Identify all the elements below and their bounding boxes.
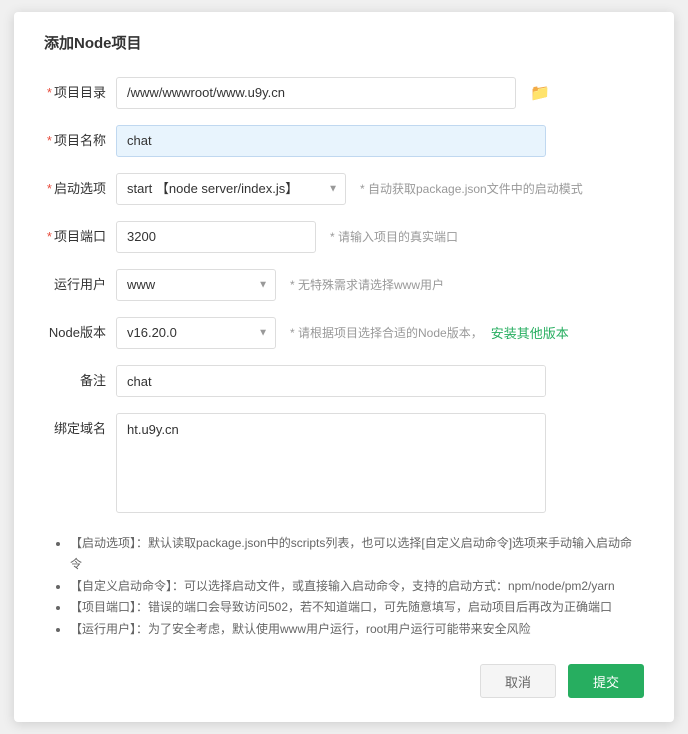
startup-select[interactable]: start 【node server/index.js】 [116,173,346,205]
form-row-project-name: *项目名称 [44,125,644,157]
form-row-node-version: Node版本 v16.20.0 ▼ * 请根据项目选择合适的Node版本， 安装… [44,317,644,349]
label-project-dir: *项目目录 [44,77,116,109]
required-star-name: * [47,133,52,148]
footer-buttons: 取消 提交 [44,664,644,698]
form-row-startup: *启动选项 start 【node server/index.js】 ▼ * 自… [44,173,644,205]
startup-select-wrapper: start 【node server/index.js】 ▼ [116,173,346,205]
label-node-version: Node版本 [44,317,116,349]
content-run-user: www ▼ * 无特殊需求请选择www用户 [116,269,644,301]
required-star: * [47,85,52,100]
content-node-version: v16.20.0 ▼ * 请根据项目选择合适的Node版本， 安装其他版本 [116,317,644,349]
label-remark: 备注 [44,365,116,397]
tip-item-1: 【启动选项】：默认读取package.json中的scripts列表，也可以选择… [70,533,644,576]
content-startup: start 【node server/index.js】 ▼ * 自动获取pac… [116,173,644,205]
node-version-hint: * 请根据项目选择合适的Node版本， [290,317,483,349]
content-project-dir: 📁 [116,77,644,109]
tips-section: 【启动选项】：默认读取package.json中的scripts列表，也可以选择… [44,533,644,641]
form-row-run-user: 运行用户 www ▼ * 无特殊需求请选择www用户 [44,269,644,301]
startup-hint: * 自动获取package.json文件中的启动模式 [360,173,583,205]
content-port: * 请输入项目的真实端口 [116,221,644,253]
label-startup: *启动选项 [44,173,116,205]
run-user-select-wrapper: www ▼ [116,269,276,301]
tip-item-2: 【自定义启动命令】：可以选择启动文件，或直接输入启动命令，支持的启动方式：npm… [70,576,644,598]
submit-button[interactable]: 提交 [568,664,644,698]
tip-item-3: 【项目端口】：错误的端口会导致访问502，若不知道端口，可先随意填写，启动项目后… [70,597,644,619]
project-name-input[interactable] [116,125,546,157]
node-version-select-wrapper: v16.20.0 ▼ [116,317,276,349]
port-hint: * 请输入项目的真实端口 [330,221,458,253]
project-dir-input[interactable] [116,77,516,109]
label-bind-domain: 绑定域名 [44,413,116,445]
project-port-input[interactable] [116,221,316,253]
node-version-select[interactable]: v16.20.0 [116,317,276,349]
label-project-name: *项目名称 [44,125,116,157]
folder-icon[interactable]: 📁 [524,77,556,109]
content-remark: chat [116,365,644,397]
label-port: *项目端口 [44,221,116,253]
run-user-hint: * 无特殊需求请选择www用户 [290,269,444,301]
required-star-port: * [47,229,52,244]
required-star-startup: * [47,181,52,196]
form-row-port: *项目端口 * 请输入项目的真实端口 [44,221,644,253]
run-user-select[interactable]: www [116,269,276,301]
content-bind-domain: ht.u9y.cn [116,413,644,513]
tip-item-4: 【运行用户】：为了安全考虑，默认使用www用户运行，root用户运行可能带来安全… [70,619,644,641]
install-other-version-link[interactable]: 安装其他版本 [491,323,569,342]
form-row-bind-domain: 绑定域名 ht.u9y.cn [44,413,644,513]
content-project-name [116,125,644,157]
form-row-remark: 备注 chat [44,365,644,397]
dialog-title: 添加Node项目 [44,32,644,53]
add-node-project-dialog: 添加Node项目 *项目目录 📁 *项目名称 *启动选项 start 【node… [14,12,674,723]
label-run-user: 运行用户 [44,269,116,301]
remark-input[interactable]: chat [116,365,546,397]
cancel-button[interactable]: 取消 [480,664,556,698]
tips-list: 【启动选项】：默认读取package.json中的scripts列表，也可以选择… [54,533,644,641]
bind-domain-input[interactable]: ht.u9y.cn [116,413,546,513]
form-row-project-dir: *项目目录 📁 [44,77,644,109]
